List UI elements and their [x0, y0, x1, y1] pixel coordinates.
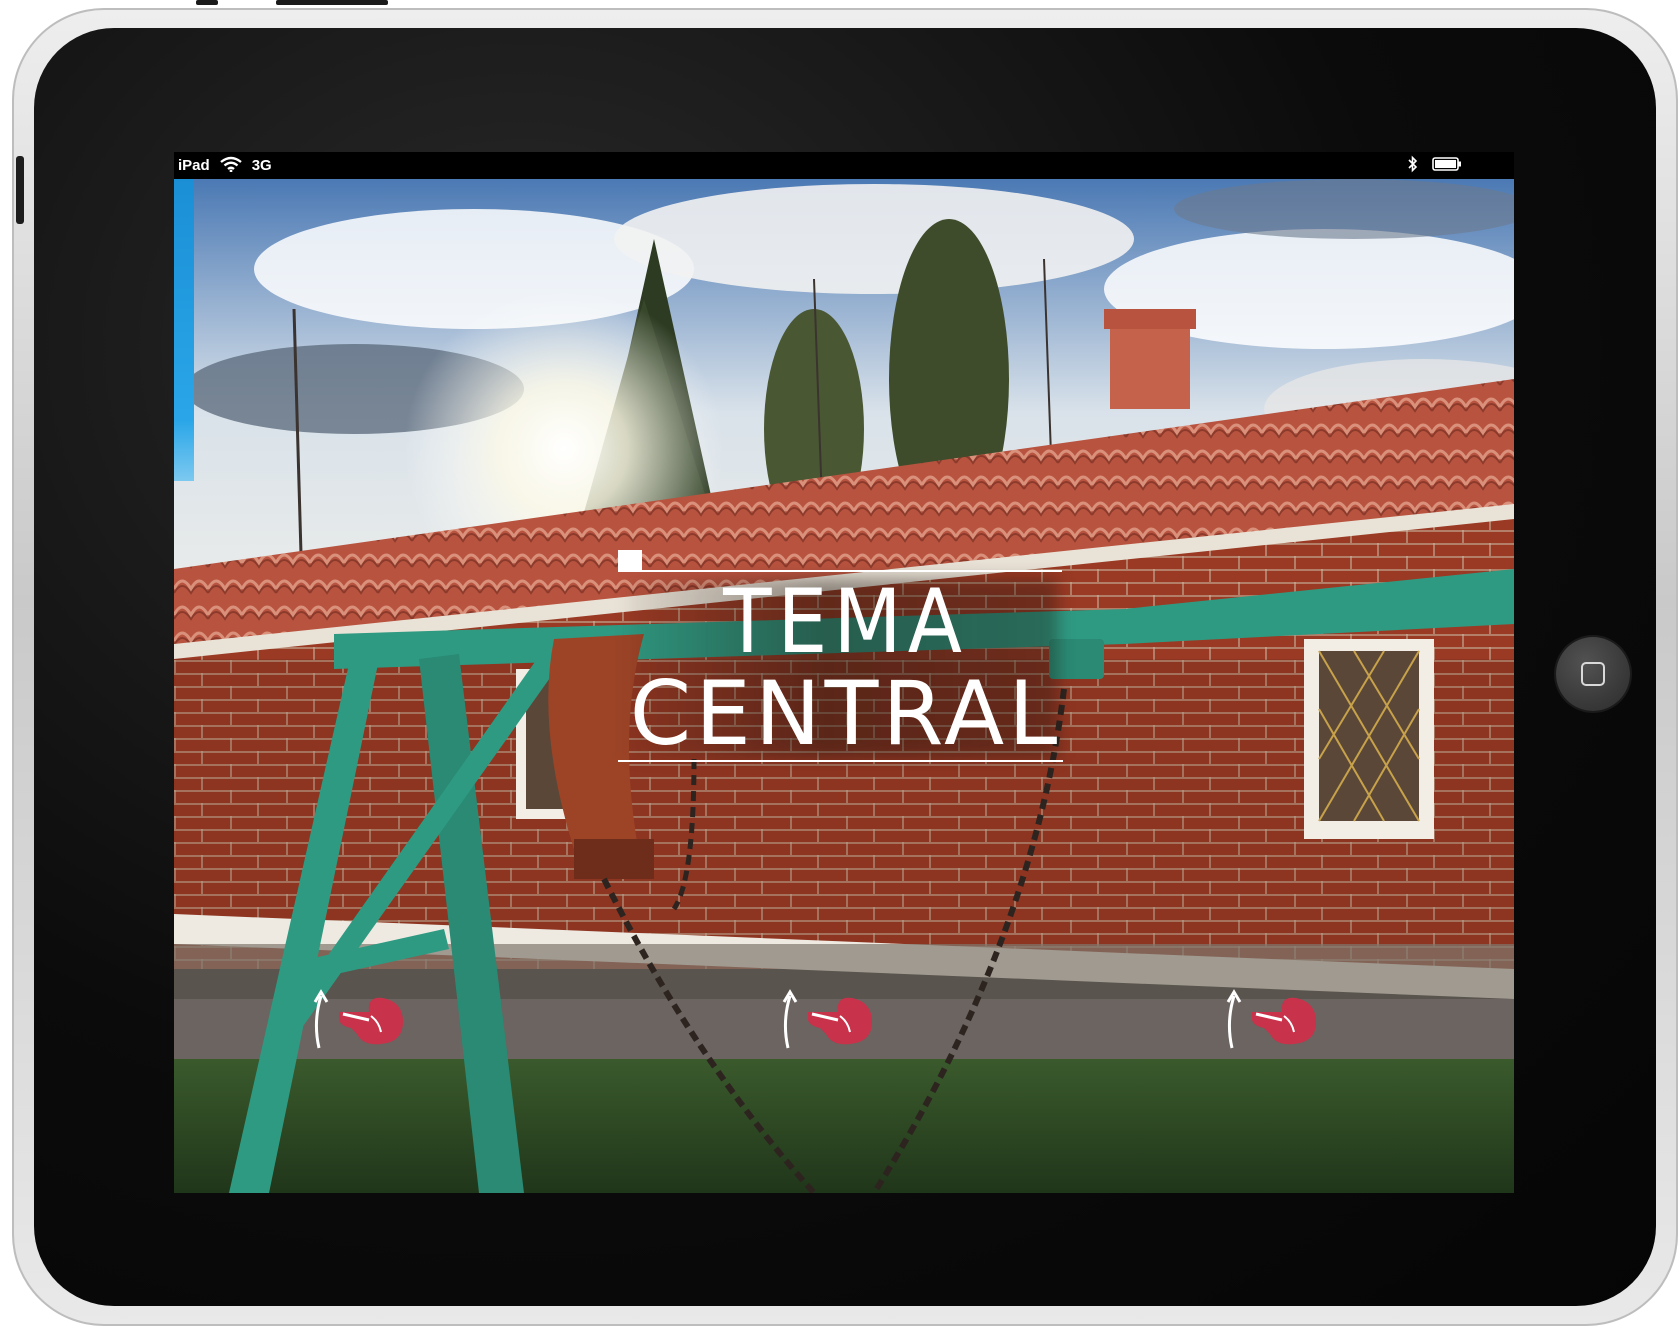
wifi-icon [219, 156, 242, 176]
swipe-up-hand-icon[interactable] [1224, 982, 1324, 1052]
status-bar: iPad 3G [174, 152, 1514, 179]
side-menu-tab[interactable] [174, 179, 194, 481]
volume-button [196, 0, 218, 5]
title-corner-mark [618, 550, 642, 572]
sleep-button [276, 0, 388, 5]
title-line-2: CENTRAL [629, 662, 1062, 765]
network-label: 3G [251, 157, 272, 174]
bluetooth-icon [1408, 155, 1418, 177]
screen: iPad 3G TEMA CENTRAL [174, 152, 1514, 1193]
swipe-up-hand-icon[interactable] [311, 982, 411, 1052]
status-left: iPad 3G [174, 156, 272, 176]
device-label: iPad [178, 157, 210, 174]
ipad-mockup: iPad 3G TEMA CENTRAL [0, 0, 1680, 1335]
title-line-1: TEMA [723, 570, 968, 673]
home-button[interactable] [1556, 637, 1630, 711]
title-block: TEMA CENTRAL [618, 550, 1073, 765]
side-switch [16, 156, 24, 224]
swipe-up-hand-icon[interactable] [780, 982, 880, 1052]
title-rule-bottom [618, 760, 1063, 762]
status-right [1408, 155, 1514, 177]
home-button-icon [1581, 662, 1605, 686]
battery-icon [1432, 156, 1462, 175]
